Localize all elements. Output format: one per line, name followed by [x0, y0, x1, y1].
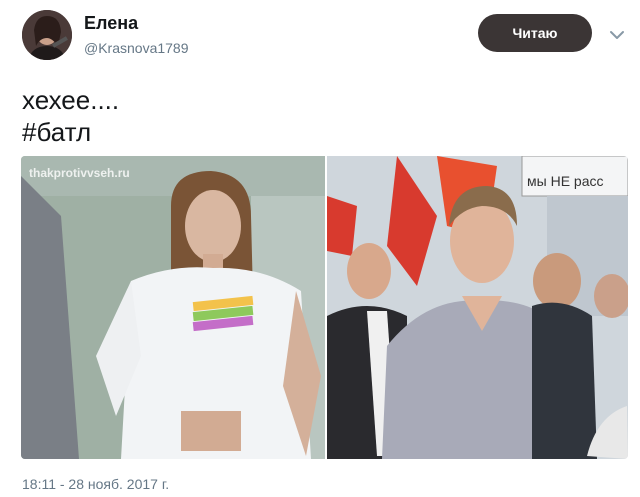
user-handle[interactable]: @Krasnova1789 [84, 40, 189, 56]
chevron-down-icon[interactable] [606, 24, 628, 46]
tweet-hashtag[interactable]: #батл [22, 116, 119, 148]
user-avatar-icon [22, 10, 72, 60]
tweet-text: хехее.... #батл [22, 84, 119, 148]
photo-right[interactable]: мы НЕ расс [327, 156, 628, 459]
tweet-timestamp[interactable]: 18:11 - 28 нояб. 2017 г. [22, 476, 169, 492]
photo-watermark: thakprotivvseh.ru [29, 166, 130, 180]
protest-sign-text: мы НЕ расс [527, 173, 604, 189]
display-name[interactable]: Елена [84, 13, 138, 34]
tweet-media[interactable]: thakprotivvseh.ru мы НЕ расс [21, 156, 628, 459]
follow-button[interactable]: Читаю [478, 14, 592, 52]
tweet-line: хехее.... [22, 85, 120, 115]
photo-left[interactable]: thakprotivvseh.ru [21, 156, 325, 459]
avatar[interactable] [22, 10, 72, 60]
